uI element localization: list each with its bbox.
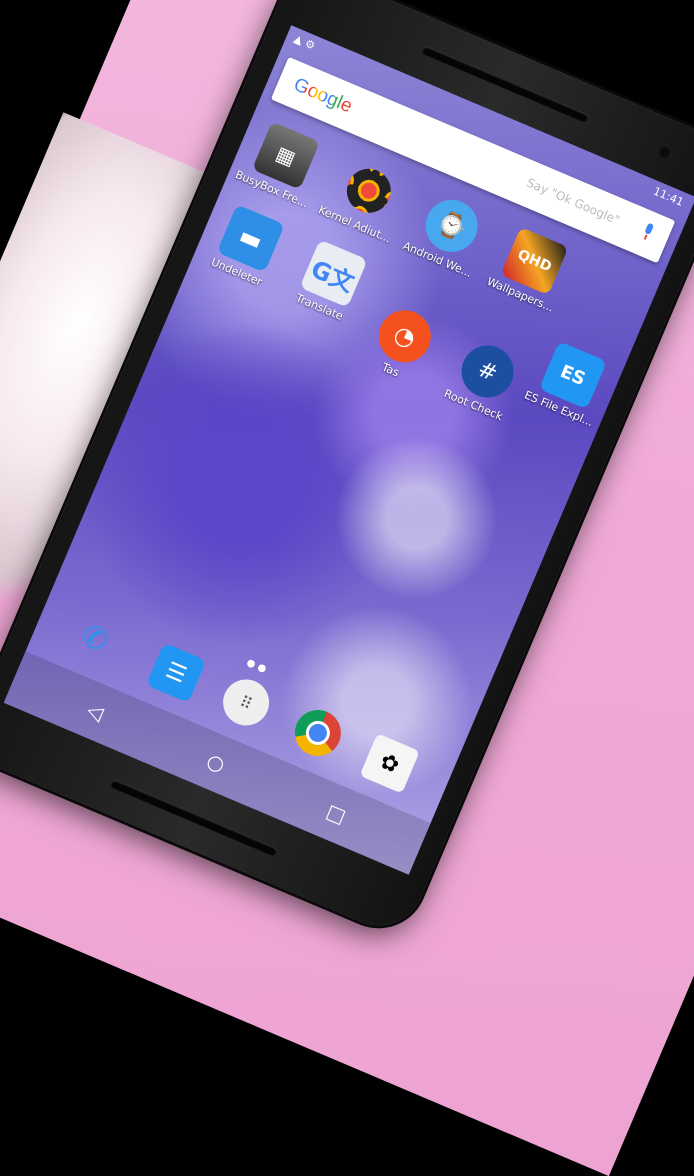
home-icon[interactable]: ○ [203, 748, 228, 777]
phone-icon[interactable]: ✆ [65, 608, 125, 668]
messenger-icon[interactable]: ☰ [145, 642, 207, 703]
app-drawer-icon[interactable]: ⠿ [215, 672, 277, 733]
photos-icon[interactable]: ✿ [359, 733, 420, 794]
front-camera [655, 142, 674, 162]
google-logo: Google [290, 74, 356, 118]
status-icons: ▲ ⚙ [291, 32, 318, 53]
mic-icon[interactable] [640, 222, 656, 242]
back-icon[interactable]: ◁ [84, 697, 108, 725]
chrome-icon[interactable] [287, 702, 349, 764]
recents-icon[interactable]: □ [323, 799, 350, 828]
